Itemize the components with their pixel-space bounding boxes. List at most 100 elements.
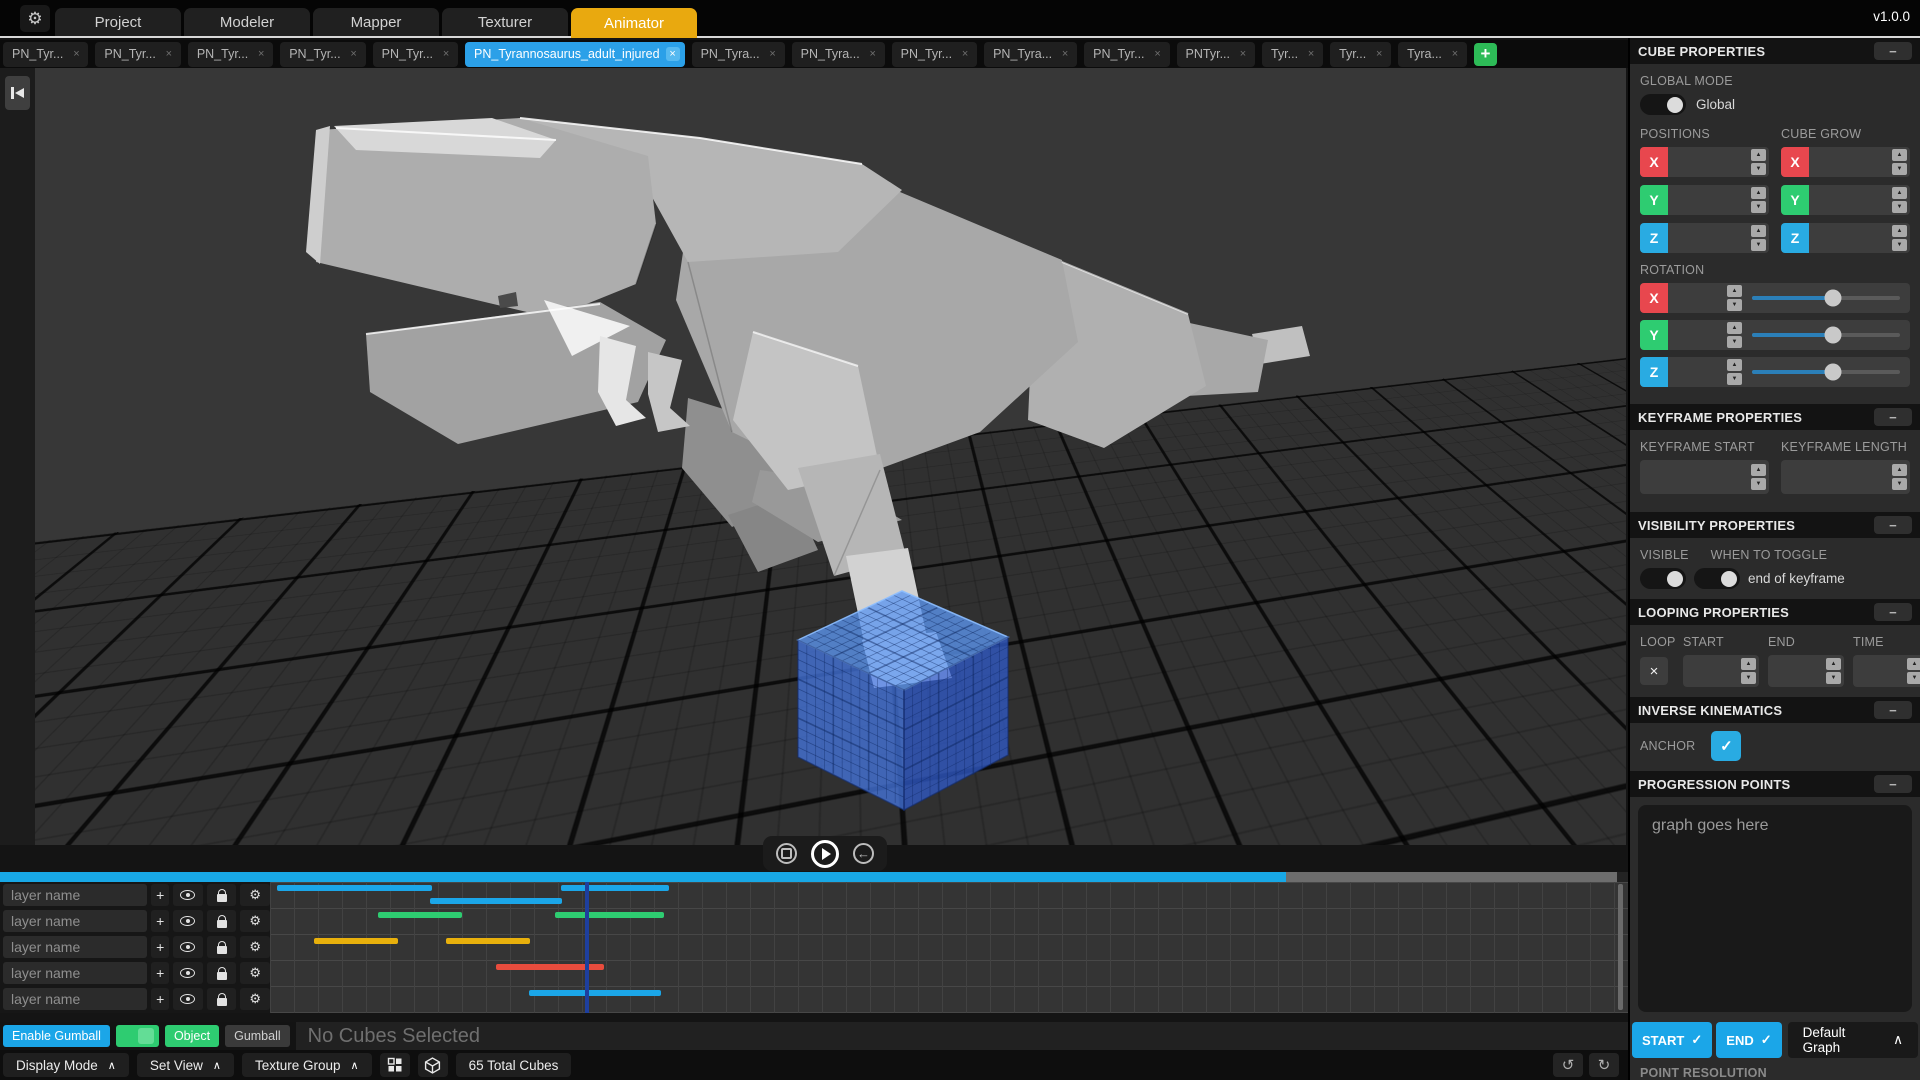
keyframe-bar[interactable] — [314, 938, 398, 944]
lock-button[interactable] — [207, 936, 237, 958]
keyframe-bar[interactable] — [529, 990, 661, 996]
grow-z-input[interactable]: Z▲▼ — [1781, 223, 1910, 253]
stepper[interactable]: ▲▼ — [1826, 658, 1841, 684]
tab-project[interactable]: Project — [55, 8, 181, 36]
collapse-button[interactable]: − — [1874, 775, 1912, 793]
close-icon[interactable]: × — [666, 47, 680, 61]
close-icon[interactable]: × — [1304, 47, 1318, 61]
visibility-button[interactable] — [173, 962, 203, 984]
lock-button[interactable] — [207, 988, 237, 1010]
rotation-x-row[interactable]: X ▲▼ — [1640, 283, 1910, 313]
lock-button[interactable] — [207, 910, 237, 932]
playhead[interactable] — [585, 882, 589, 1013]
stepper[interactable]: ▲▼ — [1892, 225, 1907, 251]
object-mode-button[interactable]: Object — [165, 1025, 219, 1047]
collapse-button[interactable]: − — [1874, 516, 1912, 534]
rotation-z-slider[interactable] — [1752, 370, 1900, 374]
file-tab[interactable]: Tyr...× — [1330, 42, 1391, 67]
viewport-3d[interactable] — [35, 68, 1626, 845]
grow-x-input[interactable]: X▲▼ — [1781, 147, 1910, 177]
add-keyframe-button[interactable]: + — [151, 962, 169, 984]
add-keyframe-button[interactable]: + — [151, 884, 169, 906]
texture-group-dropdown[interactable]: Texture Group∧ — [242, 1053, 372, 1077]
keyframe-bar[interactable] — [378, 912, 462, 918]
layer-settings-button[interactable]: ⚙ — [240, 884, 270, 906]
grow-y-input[interactable]: Y▲▼ — [1781, 185, 1910, 215]
rotation-z-row[interactable]: Z ▲▼ — [1640, 357, 1910, 387]
close-icon[interactable]: × — [347, 47, 361, 61]
layer-name-input[interactable]: layer name — [3, 910, 147, 932]
add-keyframe-button[interactable]: + — [151, 936, 169, 958]
close-icon[interactable]: × — [254, 47, 268, 61]
keyframe-bar[interactable] — [430, 898, 562, 904]
close-icon[interactable]: × — [958, 47, 972, 61]
keyframe-bar[interactable] — [555, 912, 664, 918]
position-z-input[interactable]: Z▲▼ — [1640, 223, 1769, 253]
close-icon[interactable]: × — [1372, 47, 1386, 61]
graph-select-dropdown[interactable]: Default Graph∧ — [1788, 1022, 1918, 1058]
stepper[interactable]: ▲▼ — [1892, 187, 1907, 213]
visibility-button[interactable] — [173, 988, 203, 1010]
visibility-button[interactable] — [173, 884, 203, 906]
keyframe-bar[interactable] — [277, 885, 432, 891]
layer-name-input[interactable]: layer name — [3, 936, 147, 958]
tab-texturer[interactable]: Texturer — [442, 8, 568, 36]
visible-toggle[interactable] — [1640, 568, 1686, 589]
collapse-button[interactable]: − — [1874, 408, 1912, 426]
keyframe-start-input[interactable]: ▲▼ — [1640, 460, 1769, 494]
collapse-button[interactable]: − — [1874, 701, 1912, 719]
global-mode-toggle[interactable] — [1640, 94, 1686, 115]
close-icon[interactable]: × — [766, 47, 780, 61]
file-tab[interactable]: PN_Tyr...× — [188, 42, 273, 67]
stepper[interactable]: ▲▼ — [1741, 658, 1756, 684]
cube-view-button[interactable] — [418, 1053, 448, 1077]
close-icon[interactable]: × — [1236, 47, 1250, 61]
collapse-button[interactable]: − — [1874, 42, 1912, 60]
close-icon[interactable]: × — [1448, 47, 1462, 61]
layer-name-input[interactable]: layer name — [3, 884, 147, 906]
slider-knob[interactable] — [1825, 364, 1842, 381]
layer-settings-button[interactable]: ⚙ — [240, 962, 270, 984]
rotation-x-slider[interactable] — [1752, 296, 1900, 300]
timeline-scrollbar[interactable] — [1618, 884, 1623, 1010]
loop-checkbox[interactable]: × — [1640, 657, 1668, 685]
file-tab-active[interactable]: PN_Tyrannosaurus_adult_injured× — [465, 42, 685, 67]
loop-time-input[interactable]: ▲▼ — [1853, 655, 1920, 687]
stepper[interactable]: ▲▼ — [1751, 464, 1766, 490]
keyframe-bar[interactable] — [561, 885, 669, 891]
stepper[interactable]: ▲▼ — [1751, 187, 1766, 213]
stepper[interactable]: ▲▼ — [1727, 285, 1742, 311]
file-tab[interactable]: PN_Tyr...× — [280, 42, 365, 67]
file-tab[interactable]: PN_Tyr...× — [3, 42, 88, 67]
file-tab[interactable]: PNTyr...× — [1177, 42, 1255, 67]
visibility-button[interactable] — [173, 910, 203, 932]
close-icon[interactable]: × — [162, 47, 176, 61]
progression-end-button[interactable]: END✓ — [1716, 1022, 1781, 1058]
layer-name-input[interactable]: layer name — [3, 962, 147, 984]
file-tab[interactable]: PN_Tyra...× — [984, 42, 1077, 67]
tab-modeler[interactable]: Modeler — [184, 8, 310, 36]
file-tab[interactable]: Tyra...× — [1398, 42, 1467, 67]
position-y-input[interactable]: Y▲▼ — [1640, 185, 1769, 215]
file-tab[interactable]: PN_Tyr...× — [95, 42, 180, 67]
collapse-button[interactable]: − — [1874, 603, 1912, 621]
gumball-mode-button[interactable]: Gumball — [225, 1025, 290, 1047]
stepper[interactable]: ▲▼ — [1892, 464, 1907, 490]
close-icon[interactable]: × — [866, 47, 880, 61]
file-tab[interactable]: PN_Tyra...× — [692, 42, 785, 67]
layer-settings-button[interactable]: ⚙ — [240, 988, 270, 1010]
rotation-y-row[interactable]: Y ▲▼ — [1640, 320, 1910, 350]
layer-settings-button[interactable]: ⚙ — [240, 910, 270, 932]
slider-knob[interactable] — [1825, 327, 1842, 344]
slider-knob[interactable] — [1825, 290, 1842, 307]
lock-button[interactable] — [207, 962, 237, 984]
new-tab-button[interactable]: + — [1474, 43, 1497, 66]
loop-start-input[interactable]: ▲▼ — [1683, 655, 1759, 687]
visibility-button[interactable] — [173, 936, 203, 958]
progression-start-button[interactable]: START✓ — [1632, 1022, 1712, 1058]
add-keyframe-button[interactable]: + — [151, 988, 169, 1010]
file-tab[interactable]: PN_Tyra...× — [792, 42, 885, 67]
grid-view-button[interactable] — [380, 1053, 410, 1077]
progression-graph-area[interactable]: graph goes here — [1638, 805, 1912, 1012]
stepper[interactable]: ▲▼ — [1751, 149, 1766, 175]
